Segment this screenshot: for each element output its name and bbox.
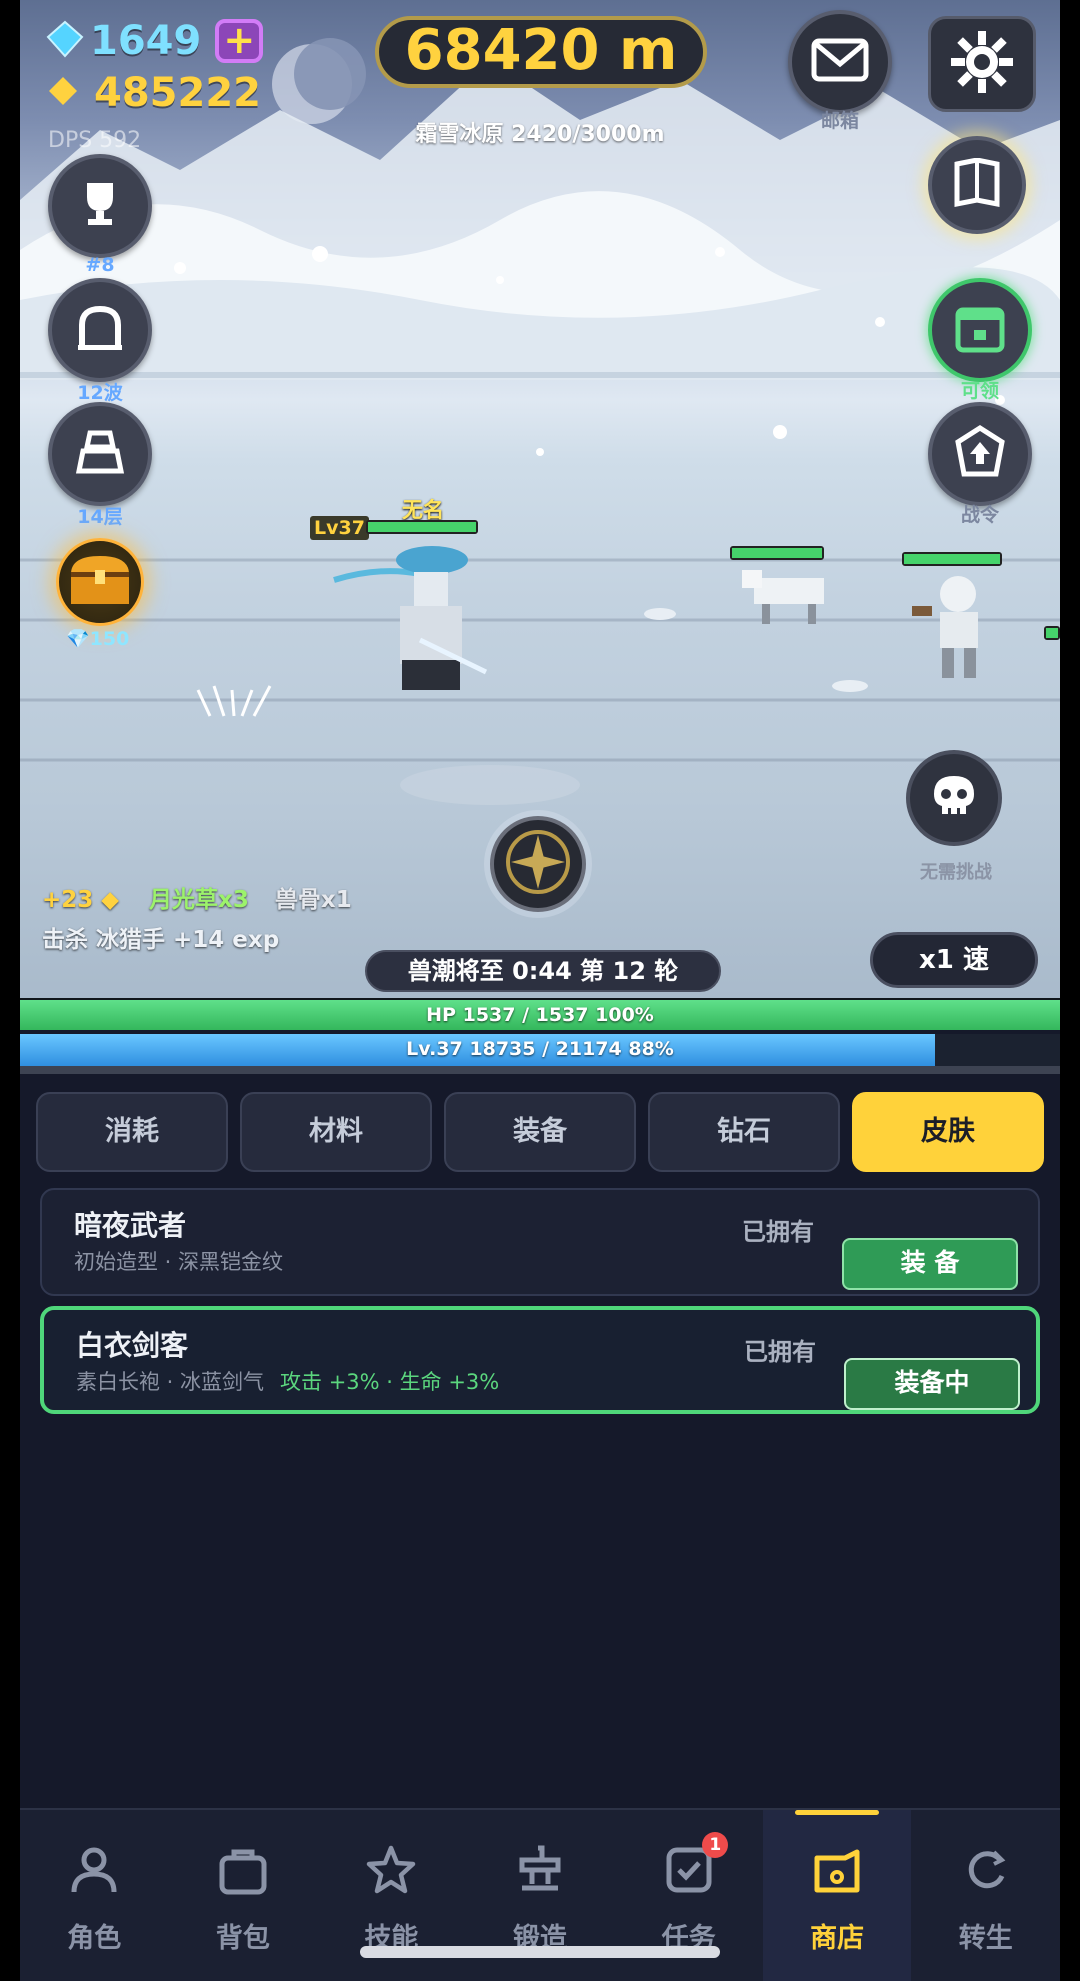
equipped-skin-button[interactable]: 装备中 — [844, 1358, 1020, 1410]
gold-icon — [46, 74, 80, 112]
tower-button[interactable] — [48, 402, 152, 506]
mail-label: 邮箱 — [820, 110, 859, 132]
skin-card: 暗夜武者 初始造型 · 深黑铠金纹 已拥有 装 备 — [40, 1188, 1040, 1296]
nav-bag[interactable]: 背包 — [169, 1810, 318, 1981]
nav-label: 转生 — [958, 1923, 1013, 1954]
auto-battle-button[interactable] — [490, 816, 586, 912]
gold-counter: 485222 — [46, 70, 261, 116]
wave-banner: 兽潮将至 0:44 第 12 轮 — [365, 950, 721, 992]
skin-name: 白衣剑客 — [76, 1329, 189, 1362]
mail-button[interactable] — [788, 10, 892, 114]
game-screen: 1649 + 485222 DPS 592 68420 m 霜雪冰原 2420/… — [20, 0, 1060, 1981]
tab-skins[interactable]: 皮肤 — [852, 1092, 1044, 1172]
tower-floor-label: 14层 — [77, 506, 123, 528]
dungeon-wave-label: 12波 — [77, 382, 123, 404]
settings-button[interactable] — [928, 16, 1036, 112]
anvil-icon — [514, 1844, 566, 1900]
skin-description: 素白长袍 · 冰蓝剑气 攻击 +3% · 生命 +3% — [76, 1366, 499, 1396]
ice-hunter-sprite — [912, 576, 978, 678]
task-badge: 1 — [702, 1832, 729, 1858]
challenge-boss-label: 无需挑战 — [920, 862, 992, 883]
skin-description: 初始造型 · 深黑铠金纹 — [74, 1246, 283, 1276]
treasure-chest-icon — [67, 552, 133, 612]
player-hp-bar-main: HP 1537 / 1537 100% — [20, 998, 1060, 1030]
battle-pass-label: 战令 — [960, 504, 999, 526]
treasure-chest-button[interactable] — [56, 538, 144, 626]
tab-consumables[interactable]: 消耗 — [36, 1092, 228, 1172]
player-level: Lv37 — [310, 516, 369, 540]
daily-checkin-button[interactable] — [928, 278, 1032, 382]
equip-skin-button[interactable]: 装 备 — [842, 1238, 1018, 1290]
trophy-icon — [73, 177, 127, 235]
dungeon-icon — [73, 301, 127, 359]
wolf-hp-bar — [730, 546, 824, 560]
calendar-icon — [952, 300, 1008, 360]
skin-desc-text: 初始造型 · 深黑铠金纹 — [74, 1250, 284, 1274]
nav-shop[interactable]: 商店 — [762, 1810, 912, 1981]
book-icon — [953, 157, 1001, 212]
nav-label: 背包 — [215, 1923, 270, 1954]
gear-icon — [949, 29, 1015, 99]
person-icon — [68, 1844, 120, 1900]
tab-materials[interactable]: 材料 — [240, 1092, 432, 1172]
battle-pass-icon — [952, 424, 1008, 484]
loot-gold: +23 — [42, 887, 94, 913]
exp-text: Lv.37 18735 / 21174 88% — [406, 1038, 674, 1060]
divider — [20, 1066, 1060, 1074]
player-sprite — [333, 546, 488, 690]
gem-counter: 1649 + — [46, 18, 264, 64]
checkin-label: 可领 — [960, 380, 999, 402]
codex-button[interactable] — [928, 136, 1026, 234]
skin-desc-text: 素白长袍 · 冰蓝剑气 — [76, 1370, 265, 1394]
gem-amount: 1649 — [90, 18, 202, 64]
tab-diamonds[interactable]: 钻石 — [648, 1092, 840, 1172]
kill-log: 击杀 冰猎手 +14 exp — [42, 927, 280, 953]
gem-icon — [46, 20, 84, 62]
nav-character[interactable]: 角色 — [20, 1810, 169, 1981]
shop-tabs: 消耗 材料 装备 钻石 皮肤 — [36, 1092, 1044, 1172]
leaderboard-button[interactable] — [48, 154, 152, 258]
skin-owned-status: 已拥有 — [744, 1338, 816, 1366]
loot-log: +23 ◆ 月光草x3 兽骨x1 — [42, 880, 352, 914]
skull-icon — [930, 772, 978, 824]
mail-icon — [811, 38, 869, 86]
dungeon-button[interactable] — [48, 278, 152, 382]
ice-wolf-sprite — [742, 570, 824, 624]
battle-scene: 1649 + 485222 DPS 592 68420 m 霜雪冰原 2420/… — [20, 0, 1060, 1000]
offscreen-enemy-hp-bar — [1044, 626, 1060, 640]
battle-pass-button[interactable] — [928, 402, 1032, 506]
skin-buff: 攻击 +3% · 生命 +3% — [280, 1370, 500, 1394]
compass-icon — [503, 827, 573, 901]
add-gems-button[interactable]: + — [215, 19, 264, 63]
zone-progress: 霜雪冰原 2420/3000m — [415, 122, 665, 147]
speed-toggle-button[interactable]: x1 速 — [870, 932, 1038, 988]
skin-owned-status: 已拥有 — [742, 1218, 814, 1246]
hunter-hp-bar — [902, 552, 1002, 566]
dps-readout: DPS 592 — [48, 128, 142, 153]
tab-equipment[interactable]: 装备 — [444, 1092, 636, 1172]
star-icon — [365, 1844, 417, 1900]
player-hp-bar — [366, 520, 478, 534]
loot-bone: 兽骨x1 — [274, 887, 352, 913]
gold-icon: ◆ — [101, 887, 119, 913]
challenge-boss-button[interactable] — [906, 750, 1002, 846]
rebirth-icon — [960, 1844, 1012, 1900]
home-indicator[interactable] — [360, 1946, 720, 1958]
leaderboard-rank: #8 — [85, 254, 115, 276]
nav-label: 商店 — [810, 1923, 865, 1954]
nav-rebirth[interactable]: 转生 — [911, 1810, 1060, 1981]
bag-icon — [217, 1844, 269, 1900]
exp-bar: Lv.37 18735 / 21174 88% — [20, 1034, 1060, 1066]
loot-herb: 月光草x3 — [149, 887, 249, 913]
shop-icon — [811, 1844, 863, 1900]
distance-display: 68420 m — [375, 16, 707, 88]
skin-card-equipped: 白衣剑客 素白长袍 · 冰蓝剑气 攻击 +3% · 生命 +3% 已拥有 装备中 — [40, 1306, 1040, 1414]
skin-name: 暗夜武者 — [74, 1209, 187, 1242]
nav-label: 角色 — [67, 1923, 122, 1954]
chest-cost: 💎150 — [66, 628, 130, 650]
tower-icon — [73, 425, 127, 483]
hp-text: HP 1537 / 1537 100% — [426, 1004, 654, 1026]
gold-amount: 485222 — [94, 70, 261, 116]
